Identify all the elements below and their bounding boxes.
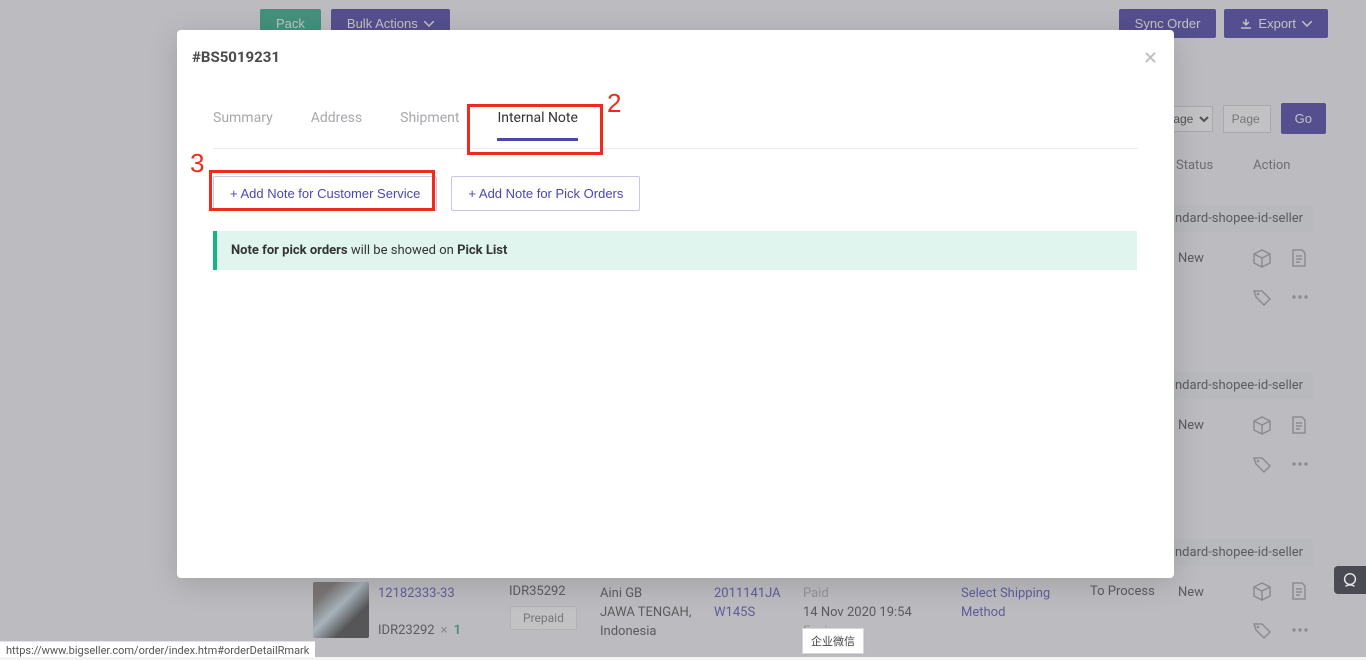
info-bold-a: Note for pick orders [231,243,348,258]
info-banner: Note for pick orders will be showed on P… [213,231,1137,270]
close-icon[interactable]: ✕ [1143,48,1158,69]
order-detail-modal: #BS5019231 ✕ Summary Address Shipment In… [177,30,1174,578]
info-mid: will be showed on [348,243,457,258]
modal-tabs: Summary Address Shipment Internal Note [213,110,578,141]
tab-internal-note[interactable]: Internal Note [497,110,578,141]
tab-summary[interactable]: Summary [213,110,273,141]
add-note-buttons: + Add Note for Customer Service + Add No… [213,176,640,211]
tab-address[interactable]: Address [311,110,362,141]
browser-statusbar: https://www.bigseller.com/order/index.ht… [0,641,315,657]
add-note-cs-button[interactable]: + Add Note for Customer Service [213,176,437,211]
tab-shipment[interactable]: Shipment [400,110,459,141]
support-bubble-icon[interactable] [1334,566,1366,594]
modal-title: #BS5019231 [192,48,280,66]
tab-divider [213,148,1138,149]
annotation-number-2: 2 [607,88,621,119]
annotation-number-3: 3 [190,148,204,179]
wechat-notification[interactable]: 企业微信 [802,628,864,654]
info-bold-b: Pick List [457,243,507,258]
add-note-pick-button[interactable]: + Add Note for Pick Orders [451,176,640,211]
